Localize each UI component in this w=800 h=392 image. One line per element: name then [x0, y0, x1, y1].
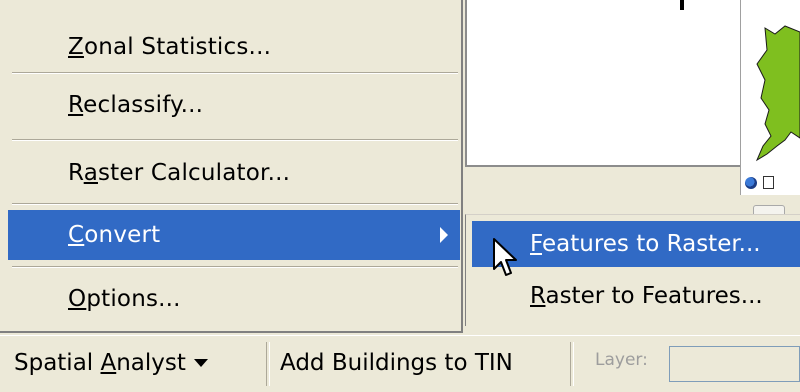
menu-label: Features to Raster...: [530, 231, 761, 257]
submenu-item-raster-to-features[interactable]: Raster to Features...: [472, 273, 800, 319]
spatial-analyst-toolbar: Spatial Analyst Add Buildings to TIN Lay…: [0, 335, 800, 392]
spatial-analyst-menu: Zonal Statistics... Reclassify... Raster…: [0, 0, 463, 333]
layer-label: Layer:: [595, 350, 648, 370]
menu-item-raster-calculator[interactable]: Raster Calculator...: [8, 148, 460, 198]
menu-separator: [12, 72, 458, 74]
menu-item-reclassify[interactable]: Reclassify...: [8, 80, 460, 130]
menu-label: Zonal Statistics...: [68, 34, 272, 60]
menu-item-convert[interactable]: Convert: [8, 210, 460, 260]
menu-label: Raster Calculator...: [68, 160, 291, 186]
toolbar-label: Spatial Analyst: [14, 350, 186, 376]
menu-item-options[interactable]: Options...: [8, 274, 460, 324]
add-buildings-to-tin-button[interactable]: Add Buildings to TIN: [270, 342, 523, 384]
dropdown-arrow-icon: [193, 359, 208, 367]
globe-icon[interactable]: [745, 176, 757, 189]
menu-label: Convert: [68, 222, 161, 248]
page-icon[interactable]: [763, 176, 774, 189]
menu-label: Reclassify...: [68, 92, 204, 118]
menu-separator: [12, 266, 458, 268]
menu-separator: [12, 203, 458, 205]
document-pane: [465, 0, 742, 167]
tick-mark: [680, 0, 684, 10]
view-tools: [745, 176, 774, 189]
menu-item-zonal-statistics[interactable]: Zonal Statistics...: [8, 22, 460, 72]
submenu-item-features-to-raster[interactable]: Features to Raster...: [472, 221, 800, 267]
submenu-arrow-icon: [440, 227, 448, 243]
menu-label: Raster to Features...: [530, 283, 763, 309]
spatial-analyst-dropdown[interactable]: Spatial Analyst: [4, 342, 218, 384]
mouse-pointer-icon: [493, 238, 517, 276]
menu-separator: [12, 139, 458, 141]
map-feature-shape: [755, 25, 800, 162]
menu-label: Options...: [68, 286, 181, 312]
layer-select[interactable]: [669, 346, 800, 382]
toolbar-divider: [570, 342, 574, 386]
